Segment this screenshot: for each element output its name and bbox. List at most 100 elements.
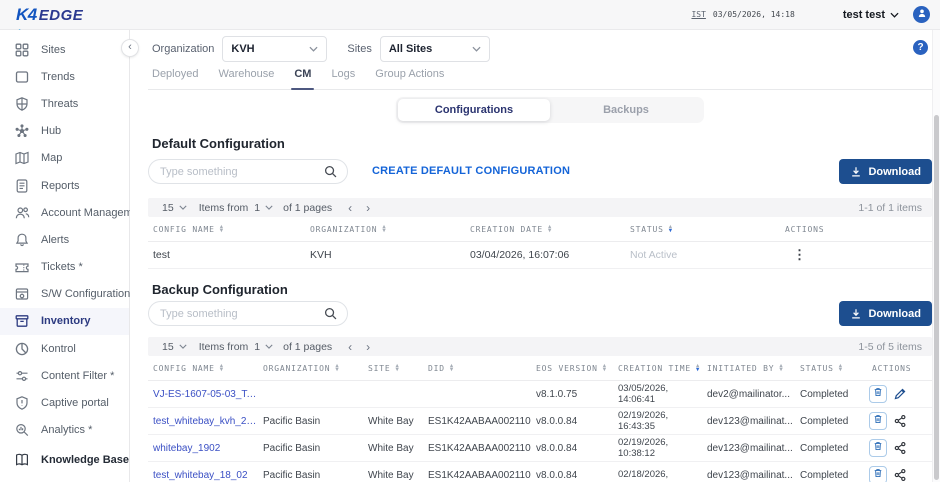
download-icon bbox=[850, 166, 862, 178]
organization-label: Organization bbox=[152, 43, 214, 55]
bell-icon bbox=[14, 232, 30, 248]
sidebar-item-analytics[interactable]: Analytics * bbox=[0, 417, 129, 444]
page-size-select[interactable]: 15 bbox=[162, 341, 187, 353]
sort-icon[interactable]: ▲▼ bbox=[696, 364, 700, 373]
search-icon[interactable] bbox=[323, 164, 338, 179]
tab-deployed[interactable]: Deployed bbox=[152, 68, 198, 89]
reports-document-icon bbox=[14, 178, 30, 194]
page-select[interactable]: 1 bbox=[254, 202, 273, 214]
sort-icon[interactable]: ▲▼ bbox=[450, 364, 454, 373]
sidebar-item-tickets[interactable]: Tickets * bbox=[0, 254, 129, 281]
sort-icon[interactable]: ▲▼ bbox=[839, 364, 843, 373]
config-name-link[interactable]: test_whitebay_18_02 bbox=[148, 470, 258, 481]
sidebar-collapse-button[interactable]: ‹ bbox=[121, 39, 139, 57]
kebab-menu-icon[interactable]: ⋮ bbox=[785, 247, 806, 262]
items-range-label: 1-5 of 5 items bbox=[858, 341, 922, 353]
sort-icon[interactable]: ▲▼ bbox=[220, 225, 224, 234]
scrollbar-thumb[interactable] bbox=[934, 115, 939, 480]
organization-select[interactable]: KVH bbox=[222, 36, 327, 62]
sidebar-item-kontrol[interactable]: Kontrol bbox=[0, 335, 129, 362]
sort-icon[interactable]: ▲▼ bbox=[395, 364, 399, 373]
tab-logs[interactable]: Logs bbox=[331, 68, 355, 89]
download-icon bbox=[850, 308, 862, 320]
default-download-button[interactable]: Download bbox=[839, 159, 932, 184]
backup-download-button[interactable]: Download bbox=[839, 301, 932, 326]
top-bar: K4 EDGE IST 03/05/2026, 14:18 test test bbox=[0, 0, 940, 30]
sidebar-item-map[interactable]: Map bbox=[0, 145, 129, 172]
sidebar-item-captive-portal[interactable]: Captive portal bbox=[0, 389, 129, 416]
sidebar-item-threats[interactable]: Threats bbox=[0, 90, 129, 117]
sidebar-item-trends[interactable]: Trends bbox=[0, 63, 129, 90]
config-name-link[interactable]: test_whitebay_kvh_2026 bbox=[148, 416, 258, 427]
next-page-arrow[interactable]: › bbox=[366, 341, 370, 353]
sidebar-item-sites[interactable]: Sites bbox=[0, 36, 129, 63]
threats-shield-icon bbox=[14, 96, 30, 112]
backup-search bbox=[148, 301, 348, 326]
timezone-label[interactable]: IST bbox=[691, 10, 705, 19]
sidebar-item-content-filter[interactable]: Content Filter * bbox=[0, 362, 129, 389]
page-select[interactable]: 1 bbox=[254, 341, 273, 353]
table-row: whitebay_1902 Pacific Basin White Bay ES… bbox=[148, 435, 932, 462]
delete-button[interactable] bbox=[869, 385, 887, 403]
search-icon[interactable] bbox=[323, 306, 338, 321]
backup-search-input[interactable] bbox=[149, 302, 347, 325]
map-icon bbox=[14, 150, 30, 166]
sort-icon[interactable]: ▲▼ bbox=[220, 364, 224, 373]
items-from-label: Items from bbox=[199, 202, 249, 214]
prev-page-arrow[interactable]: ‹ bbox=[348, 202, 352, 214]
chevron-down-icon bbox=[890, 12, 899, 18]
main-content: ? Organization KVH Sites All Sites Deplo… bbox=[130, 30, 940, 482]
prev-page-arrow[interactable]: ‹ bbox=[348, 341, 352, 353]
sort-icon[interactable]: ▲▼ bbox=[779, 364, 783, 373]
sidebar-item-reports[interactable]: Reports bbox=[0, 172, 129, 199]
logo-edge-text: EDGE bbox=[39, 7, 84, 24]
sort-icon[interactable]: ▲▼ bbox=[669, 225, 673, 234]
filter-sliders-icon bbox=[14, 368, 30, 384]
sidebar-item-account-management[interactable]: Account Management bbox=[0, 199, 129, 226]
page-size-select[interactable]: 15 bbox=[162, 202, 187, 214]
top-right-cluster: IST 03/05/2026, 14:18 test test bbox=[691, 6, 930, 23]
user-menu[interactable]: test test bbox=[843, 9, 899, 21]
sort-icon[interactable]: ▲▼ bbox=[335, 364, 339, 373]
sidebar-item-hub[interactable]: Hub bbox=[0, 118, 129, 145]
segment-backups[interactable]: Backups bbox=[550, 99, 702, 121]
table-row: test_whitebay_kvh_2026 Pacific Basin Whi… bbox=[148, 408, 932, 435]
sidebar-item-sw-configuration[interactable]: S/W Configuration bbox=[0, 281, 129, 308]
kontrol-dial-icon bbox=[14, 341, 30, 357]
sites-select[interactable]: All Sites bbox=[380, 36, 490, 62]
segment-configurations[interactable]: Configurations bbox=[398, 99, 550, 121]
share-icon[interactable] bbox=[893, 414, 907, 428]
datetime-text: 03/05/2026, 14:18 bbox=[713, 10, 795, 19]
sidebar-nav: Sites Trends Threats Hub Map Reports bbox=[0, 30, 130, 482]
help-icon[interactable]: ? bbox=[913, 40, 928, 55]
next-page-arrow[interactable]: › bbox=[366, 202, 370, 214]
edit-pencil-icon[interactable] bbox=[893, 387, 907, 401]
sidebar-item-alerts[interactable]: Alerts bbox=[0, 226, 129, 253]
tab-warehouse[interactable]: Warehouse bbox=[218, 68, 274, 89]
share-icon[interactable] bbox=[893, 468, 907, 482]
user-avatar-icon[interactable] bbox=[913, 6, 930, 23]
create-default-configuration-link[interactable]: CREATE DEFAULT CONFIGURATION bbox=[372, 165, 570, 177]
k4edge-logo[interactable]: K4 EDGE bbox=[16, 5, 83, 25]
sidebar-item-inventory[interactable]: Inventory bbox=[0, 308, 129, 335]
tab-cm[interactable]: CM bbox=[294, 68, 311, 89]
ticket-icon bbox=[14, 259, 30, 275]
delete-button[interactable] bbox=[869, 412, 887, 430]
delete-button[interactable] bbox=[869, 466, 887, 482]
delete-button[interactable] bbox=[869, 439, 887, 457]
cm-tab-bar: Deployed Warehouse CM Logs Group Actions bbox=[148, 68, 932, 90]
sort-icon[interactable]: ▲▼ bbox=[548, 225, 552, 234]
sidebar-item-knowledge-base[interactable]: Knowledge Base bbox=[0, 447, 129, 474]
config-name-link[interactable]: whitebay_1902 bbox=[148, 443, 258, 454]
sort-icon[interactable]: ▲▼ bbox=[382, 225, 386, 234]
sort-icon[interactable]: ▲▼ bbox=[603, 364, 607, 373]
config-name-cell: test bbox=[148, 249, 305, 261]
backup-pagination-bar: 15 Items from 1 of 1 pages ‹ › 1-5 of 5 … bbox=[148, 337, 932, 356]
default-search-input[interactable] bbox=[149, 160, 347, 183]
tab-group-actions[interactable]: Group Actions bbox=[375, 68, 444, 89]
config-name-link[interactable]: VJ-ES-1607-05-03_Test bbox=[148, 389, 258, 400]
chevron-down-icon bbox=[179, 344, 187, 349]
vertical-scrollbar[interactable] bbox=[932, 30, 940, 482]
items-from-label: Items from bbox=[199, 341, 249, 353]
share-icon[interactable] bbox=[893, 441, 907, 455]
